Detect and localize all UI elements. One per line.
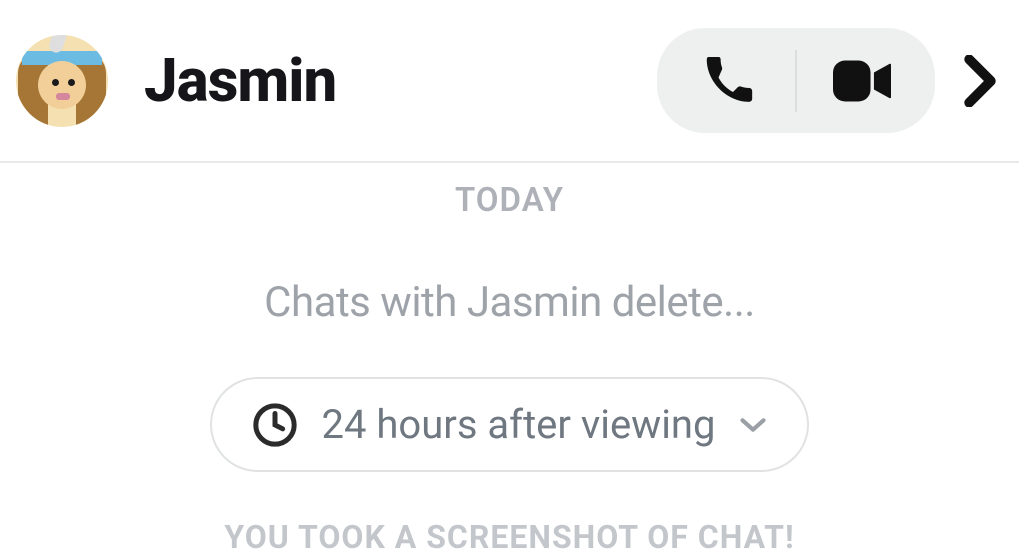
chevron-down-icon bbox=[739, 416, 767, 434]
chat-header: Jasmin bbox=[0, 0, 1019, 163]
contact-name[interactable]: Jasmin bbox=[144, 45, 336, 116]
more-button[interactable] bbox=[957, 28, 1003, 133]
header-left: Jasmin bbox=[16, 35, 336, 127]
delete-setting-label: 24 hours after viewing bbox=[322, 401, 716, 448]
delete-notice: Chats with Jasmin delete... bbox=[264, 278, 755, 327]
date-label: TODAY bbox=[455, 181, 564, 220]
delete-setting-pill[interactable]: 24 hours after viewing bbox=[210, 377, 810, 472]
screenshot-banner: YOU TOOK A SCREENSHOT OF CHAT! bbox=[224, 518, 794, 555]
header-right bbox=[657, 28, 1003, 133]
video-icon bbox=[833, 59, 891, 103]
chevron-right-icon bbox=[964, 55, 996, 107]
clock-icon bbox=[252, 402, 298, 448]
video-call-button[interactable] bbox=[797, 28, 927, 133]
chat-body: TODAY Chats with Jasmin delete... 24 hou… bbox=[0, 163, 1019, 555]
phone-icon bbox=[706, 57, 754, 105]
call-group bbox=[657, 28, 935, 133]
audio-call-button[interactable] bbox=[665, 28, 795, 133]
avatar[interactable] bbox=[16, 35, 108, 127]
